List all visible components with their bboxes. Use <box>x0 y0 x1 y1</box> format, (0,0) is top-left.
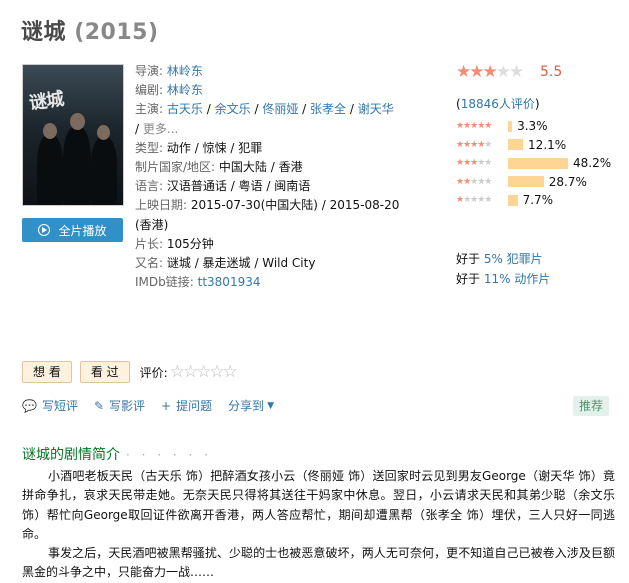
votes-link[interactable]: 18846人评价 <box>461 97 535 111</box>
language: 汉语普通话 / 粤语 / 闽南语 <box>166 179 311 194</box>
imdb-link[interactable]: tt3801934 <box>198 275 261 289</box>
language-label: 语言: <box>135 179 164 194</box>
better-than-link[interactable]: 5% 犯罪片 <box>484 252 543 266</box>
aka: 谜城 / 暴走迷城 / Wild City <box>166 256 316 271</box>
better-than-link[interactable]: 11% 动作片 <box>484 272 551 286</box>
country: 中国大陆 / 香港 <box>218 160 303 175</box>
summary-heading-dots: · · · · · · <box>126 448 212 462</box>
user-actions: 想 看 看 过 评价: ☆☆☆☆☆ <box>22 361 238 383</box>
summary-heading: 谜城的剧情简介 · · · · · · <box>22 444 212 464</box>
release-date: 2015-08-20 <box>329 198 400 213</box>
rating-bar <box>508 139 524 150</box>
rating-bar-row: ★★★★★ 48.2% <box>456 155 611 171</box>
runtime: 105分钟 <box>166 236 214 251</box>
movie-info: 导演: 林岭东 编剧: 林岭东 主演: 古天乐 / 余文乐 / 佟丽娅 / 张孝… <box>135 64 400 290</box>
release-separator: / <box>317 198 330 213</box>
action-links: 💬 写短评 ✎ 写影评 + 提问题 分享到 ▼ <box>22 397 290 414</box>
ask-question-link[interactable]: + 提问题 <box>161 397 212 414</box>
summary-paragraph: 事发之后，天民酒吧被黑帮骚扰、少聪的士也被恶意破坏，两人无可奈何，更不知道自己已… <box>22 546 615 580</box>
share-label: 分享到 <box>228 399 265 413</box>
want-to-see-button[interactable]: 想 看 <box>22 361 72 383</box>
summary-paragraph: 小酒吧老板天民（古天乐 饰）把醉酒女孩小云（佟丽娅 饰）送回家时云见到男友Geo… <box>22 469 615 541</box>
rating-bar <box>508 120 513 132</box>
cast-link[interactable]: 佟丽娅 <box>262 102 298 116</box>
genre: 犯罪 <box>238 140 263 155</box>
cast-link[interactable]: 古天乐 <box>167 102 203 116</box>
rating-bar-row: ★★★★★ 28.7% <box>456 174 587 190</box>
rate-stars-input[interactable]: ☆☆☆☆☆ <box>170 362 238 382</box>
rating-bar-stars: ★★★★★ <box>456 121 492 131</box>
chevron-down-icon: ▼ <box>267 400 275 411</box>
release-date: 2015-07-30(中国大陆) <box>190 198 318 213</box>
country-label: 制片国家/地区: <box>135 160 216 175</box>
better-than: 好于 5% 犯罪片 好于 11% 动作片 <box>456 249 550 289</box>
write-review-link[interactable]: ✎ 写影评 <box>94 397 145 414</box>
votes-close: ) <box>534 97 540 111</box>
director-link[interactable]: 林岭东 <box>167 64 203 78</box>
comment-icon: 💬 <box>22 398 37 413</box>
cast-more-link[interactable]: 更多... <box>143 122 178 136</box>
movie-title: 谜城 (2015) <box>21 14 159 46</box>
writer-label: 编剧: <box>135 83 164 98</box>
write-short-review-link[interactable]: 💬 写短评 <box>22 397 78 414</box>
cast-label: 主演: <box>135 102 164 117</box>
rating-bar-row: ★★★★★ 12.1% <box>456 137 566 153</box>
recommend-button[interactable]: 推荐 <box>573 396 610 416</box>
play-icon <box>38 224 51 236</box>
movie-poster[interactable]: 谜城 <box>22 64 124 206</box>
short-review-label: 写短评 <box>41 399 78 413</box>
release-label: 上映日期: <box>135 198 188 213</box>
cast-link[interactable]: 张孝全 <box>310 102 346 116</box>
summary-text: 小酒吧老板天民（古天乐 饰）把醉酒女孩小云（佟丽娅 饰）送回家时云见到男友Geo… <box>22 467 615 583</box>
rating-stars: ★★★★★ <box>456 62 524 82</box>
genre: 惊悚 <box>202 140 227 155</box>
rating-bar <box>508 176 544 187</box>
movie-name: 谜城 <box>21 20 67 45</box>
director-label: 导演: <box>135 64 164 78</box>
play-label: 全片播放 <box>58 223 107 238</box>
plus-icon: + <box>161 398 172 413</box>
seen-button[interactable]: 看 过 <box>79 361 130 383</box>
rating-bar <box>508 157 568 169</box>
poster-title: 谜城 <box>27 88 65 115</box>
runtime-label: 片长: <box>135 236 164 251</box>
rating-bar-percent: 3.3% <box>517 119 548 133</box>
play-full-button[interactable]: 全片播放 <box>22 218 123 242</box>
cast-link[interactable]: 余文乐 <box>215 102 251 116</box>
better-than-prefix: 好于 <box>456 272 484 286</box>
better-than-prefix: 好于 <box>456 252 484 266</box>
rating-bar-percent: 7.7% <box>522 193 554 207</box>
rating-bar-stars: ★★★★★ <box>456 139 492 150</box>
genre: 动作 <box>166 140 191 155</box>
pencil-icon: ✎ <box>93 398 105 413</box>
ask-label: 提问题 <box>176 399 213 413</box>
rating-score: 5.5 <box>540 64 563 80</box>
rating-bar-stars: ★★★★★ <box>456 195 492 205</box>
rating-bar-row: ★★★★★ 3.3% <box>456 118 548 134</box>
rating-bar-percent: 28.7% <box>548 174 587 189</box>
aka-label: 又名: <box>135 256 164 271</box>
movie-year: (2015) <box>74 20 159 45</box>
writer-link[interactable]: 林岭东 <box>167 83 203 97</box>
rating-bar-percent: 12.1% <box>528 137 567 152</box>
rating-bar-row: ★★★★★ 7.7% <box>456 192 553 208</box>
rating-bar-stars: ★★★★★ <box>456 158 492 168</box>
rating-bar <box>508 194 518 206</box>
review-label: 写影评 <box>109 399 146 413</box>
rating-bar-percent: 48.2% <box>573 156 612 170</box>
share-dropdown[interactable]: 分享到 ▼ <box>228 397 274 414</box>
rate-label: 评价: <box>139 365 168 380</box>
rating-votes: (18846人评价) <box>456 95 540 112</box>
summary-heading-text: 谜城的剧情简介 <box>22 447 120 463</box>
rating-bar-stars: ★★★★★ <box>456 176 492 187</box>
release-region: (香港) <box>135 217 169 232</box>
cast-link[interactable]: 谢天华 <box>358 102 394 116</box>
genre-label: 类型: <box>135 140 164 155</box>
imdb-label: IMDb链接: <box>135 275 194 290</box>
